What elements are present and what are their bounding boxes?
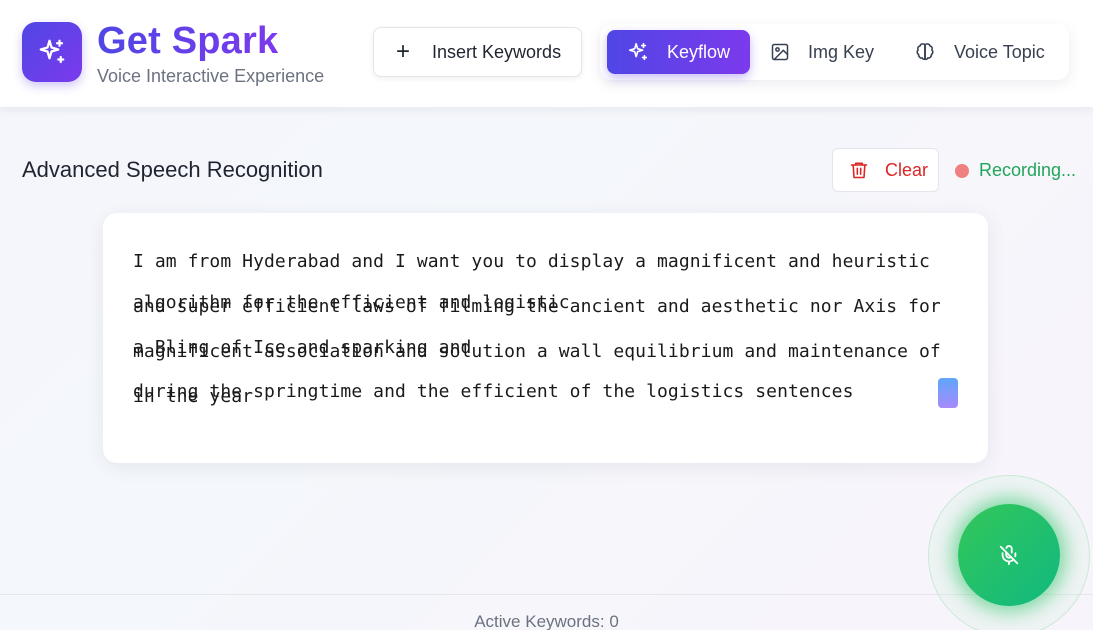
footer-divider [0,594,1093,595]
brand-subtitle: Voice Interactive Experience [97,66,325,86]
mode-switcher: Keyflow Img Key Voice Topic [600,24,1069,80]
mode-img-key-button[interactable]: Img Key [770,30,888,74]
clear-label: Clear [885,159,929,180]
brand-title: Get Spark [97,20,279,62]
insert-keywords-button[interactable]: + Insert Keywords [373,27,582,77]
transcript-line: magnificent association and solution a w… [133,341,941,362]
transcript-line: I am from Hyderabad and I want you to di… [133,251,930,272]
insert-keywords-label: Insert Keywords [432,41,562,62]
mode-keyflow-button[interactable]: Keyflow [607,30,750,74]
mode-img-key-label: Img Key [808,41,875,62]
app-header: Get Spark Voice Interactive Experience +… [0,0,1093,107]
active-keywords-count: Active Keywords: 0 [474,612,619,630]
listening-cursor [938,378,958,408]
brain-icon [916,43,934,61]
mic-toggle-button[interactable] [958,504,1060,606]
sparkles-icon [628,42,648,61]
mode-voice-topic-button[interactable]: Voice Topic [914,30,1064,74]
trash-icon [850,162,868,179]
transcript-line: in the year [133,386,254,407]
mode-voice-topic-label: Voice Topic [954,41,1045,62]
transcript-line: and super efficient laws of filming the … [133,296,941,317]
mic-off-icon [999,545,1019,566]
section-title: Advanced Speech Recognition [22,157,323,182]
recording-dot [955,163,969,178]
clear-button[interactable]: Clear [832,148,939,192]
image-icon [771,43,789,61]
recording-status: Recording... [955,160,1076,181]
mode-keyflow-label: Keyflow [667,41,731,62]
plus-icon: + [396,38,411,65]
sparkles-icon [39,39,65,64]
recording-label: Recording... [979,160,1077,180]
logo [22,22,82,82]
